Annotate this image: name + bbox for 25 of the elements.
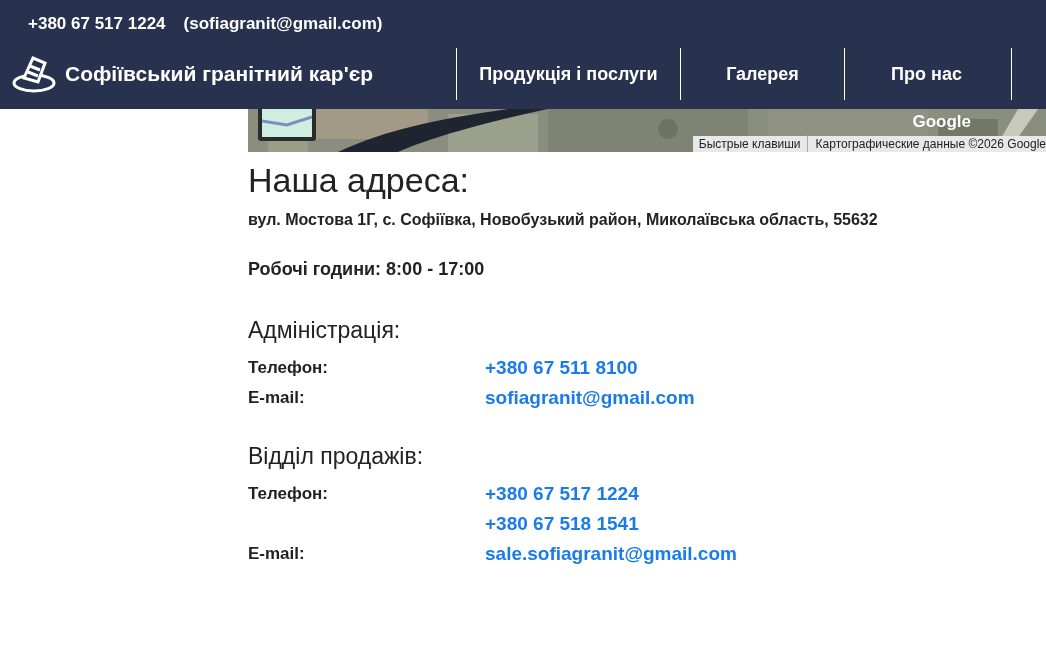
contact-link[interactable]: sofiagranit@gmail.com [485,383,695,413]
nav-link[interactable]: Про нас [845,60,1008,88]
map-attribution: Картографические данные ©2026 Google [814,136,1046,152]
working-hours: Робочі години: 8:00 - 17:00 [248,258,486,281]
nav-link[interactable]: Галерея [681,60,844,88]
contact-label: Телефон: [248,357,329,379]
contact-label: Телефон: [248,483,329,505]
contact-link[interactable]: +380 67 518 1541 [485,509,639,539]
contact-label: E-mail: [248,387,306,409]
section-heading: Адміністрація: [248,316,402,345]
nav-link[interactable]: Продукція і послуги [457,60,680,88]
address-heading: Наша адреса: [248,160,471,201]
address-text: вул. Мостова 1Г, с. Софіївка, Новобузький район, Миколаївська область, 55632 [248,210,879,230]
section-heading: Відділ продажів: [248,442,425,471]
contact-link[interactable]: +380 67 511 8100 [485,353,638,383]
stone-block-icon [11,54,57,94]
contact-label: E-mail: [248,543,306,565]
contact-link[interactable]: sale.sofiagranit@gmail.com [485,539,737,569]
phone-number: +380 67 517 1224 [28,13,166,36]
google-logo: Google [912,111,971,133]
site-logo[interactable]: Софіївський гранітний кар'єр [0,54,456,94]
keyboard-shortcuts-link[interactable]: Быстрые клавиши [692,135,808,152]
contact-link[interactable]: +380 67 517 1224 [485,479,639,509]
map-thumbnail-icon [262,109,312,137]
email-address: (sofiagranit@gmail.com) [183,13,383,36]
